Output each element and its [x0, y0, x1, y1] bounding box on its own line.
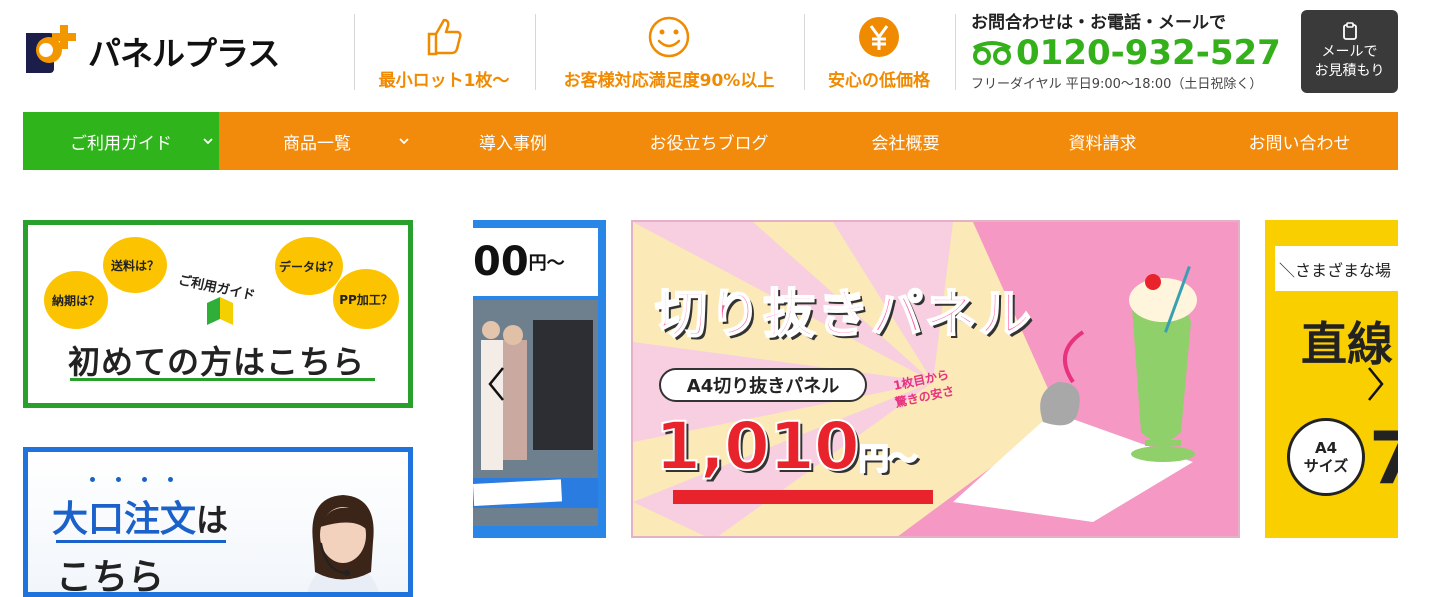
slide-digit: 7: [1369, 416, 1398, 500]
header-divider: [535, 14, 536, 90]
nav-item-contact[interactable]: お問い合わせ: [1201, 112, 1398, 170]
header-divider: [354, 14, 355, 90]
clipboard-icon: [1342, 22, 1357, 40]
nav-item-products[interactable]: 商品一覧: [219, 112, 415, 170]
feature-label: 安心の低価格: [828, 71, 930, 91]
mail-button-line1: メールで: [1321, 44, 1378, 60]
nav-item-label: 導入事例: [479, 133, 547, 154]
chevron-down-icon: [399, 138, 409, 145]
phone-link[interactable]: 0120-932-527: [971, 34, 1281, 72]
nav-item-guide[interactable]: ご利用ガイド: [23, 112, 219, 170]
mail-estimate-button[interactable]: メールで お見積もり: [1301, 10, 1398, 93]
nav-item-label: 商品一覧: [283, 133, 351, 154]
slide-title: 切り抜きパネル: [654, 284, 1034, 346]
contact-heading: お問合わせは・お電話・メールで: [971, 13, 1226, 33]
guide-title: 初めての方はこちら: [68, 343, 366, 381]
slide-price: 00 円～: [473, 228, 598, 296]
logo-mark-icon: [24, 23, 80, 79]
speech-bubble: データは？: [275, 237, 343, 295]
operator-photo: [307, 495, 379, 592]
nav-item-label: 資料請求: [1068, 133, 1137, 154]
beginner-mark-icon: [207, 297, 233, 325]
smile-icon: [648, 16, 690, 58]
site-logo[interactable]: パネルプラス: [24, 22, 294, 80]
logo-text: パネルプラス: [88, 34, 280, 73]
nav-item-cases[interactable]: 導入事例: [415, 112, 611, 170]
feature-label: お客様対応満足度90%以上: [563, 71, 775, 91]
nav-item-label: ご利用ガイド: [70, 133, 172, 154]
guide-underline: [70, 378, 375, 381]
free-dial-icon: [973, 41, 1011, 65]
header-divider: [955, 14, 956, 90]
speech-bubble: 送料は？: [103, 237, 167, 293]
phone-number[interactable]: 0120-932-527: [1016, 34, 1281, 72]
header-divider: [804, 14, 805, 90]
slide-current[interactable]: 切り抜きパネル A4切り抜きパネル 1枚目から 驚きの安さ 1,010円～: [631, 220, 1240, 538]
feature-satisfaction: お客様対応満足度90%以上: [550, 14, 788, 94]
emphasis-dots: [90, 477, 173, 482]
bulk-underline: [56, 540, 226, 543]
site-header: パネルプラス 最小ロット1枚～ お客様対応満足度90%以上 安心の低価格 お問合…: [0, 0, 1431, 110]
nav-item-label: お役立ちブログ: [649, 133, 769, 154]
bulk-order-banner[interactable]: 大口注文は こちら: [23, 447, 413, 597]
nav-item-company[interactable]: 会社概要: [807, 112, 1004, 170]
wedding-photo: [473, 300, 598, 526]
feature-label: 最小ロット1枚～: [378, 71, 510, 91]
feature-min-lot: 最小ロット1枚～: [369, 14, 519, 94]
thumbs-up-icon: [427, 18, 462, 56]
nav-item-label: お問い合わせ: [1248, 133, 1351, 154]
nav-item-documents[interactable]: 資料請求: [1004, 112, 1201, 170]
hero-slider: 00 円～ 切り抜きパネル A4切り抜きパネル 1枚目から 驚きの安さ 1,01…: [473, 220, 1398, 538]
size-badge: A4 サイズ: [1287, 418, 1365, 496]
nav-item-blog[interactable]: お役立ちブログ: [611, 112, 807, 170]
feature-low-price: 安心の低価格: [818, 14, 940, 94]
business-hours: フリーダイヤル 平日9:00～18:00（土日祝除く）: [971, 77, 1263, 92]
slide-price: 1,010円～: [654, 407, 919, 486]
slide-tag: A4切り抜きパネル: [659, 368, 867, 402]
slide-top-text: ＼さまざまな場: [1275, 246, 1398, 291]
yen-icon: [859, 17, 899, 57]
contact-block: お問合わせは・お電話・メールで 0120-932-527 フリーダイヤル 平日9…: [971, 8, 1281, 92]
speech-bubble: PP加工？: [333, 269, 399, 329]
first-time-guide-banner[interactable]: 納期は？ 送料は？ データは？ PP加工？ ご利用ガイド 初めての方はこちら: [23, 220, 413, 408]
bulk-title: 大口注文は: [52, 499, 229, 540]
nav-item-label: 会社概要: [871, 133, 940, 154]
slider-prev-arrow-icon[interactable]: [485, 364, 509, 404]
global-nav: ご利用ガイド 商品一覧 導入事例 お役立ちブログ 会社概要 資料請求 お問い合わ…: [23, 112, 1398, 170]
slider-next-arrow-icon[interactable]: [1363, 364, 1387, 404]
bulk-subtitle: こちら: [56, 557, 165, 597]
speech-bubble: 納期は？: [44, 271, 108, 329]
mail-button-line2: お見積もり: [1314, 63, 1385, 79]
chevron-down-icon: [203, 138, 213, 145]
